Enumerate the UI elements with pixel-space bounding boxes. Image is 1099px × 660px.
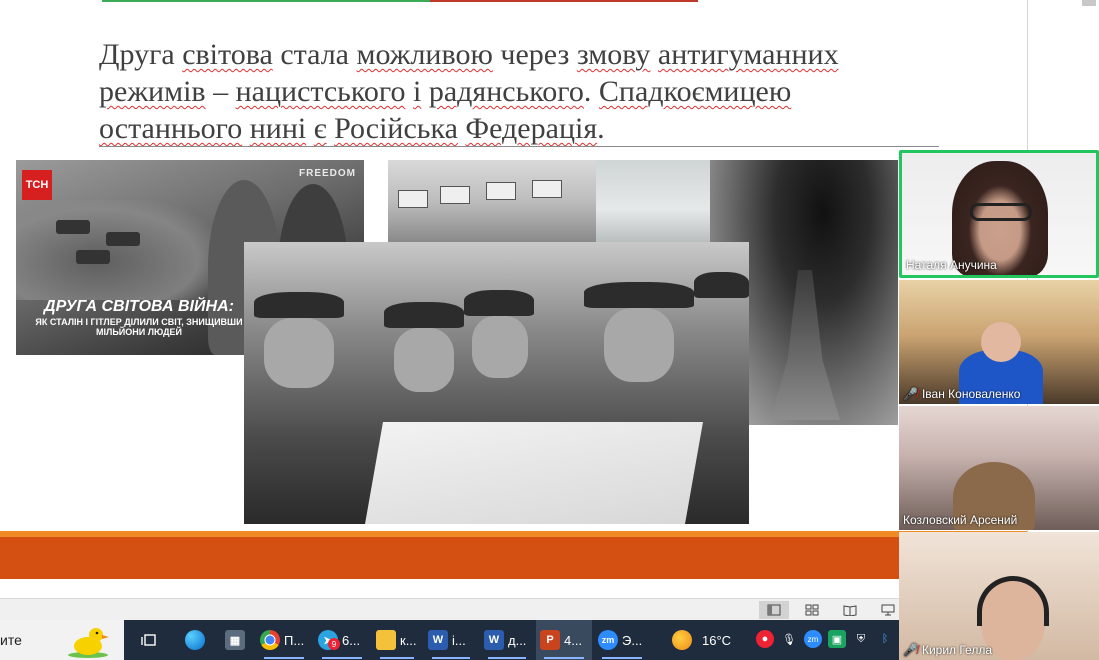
text-underline-red [430, 0, 698, 2]
photo-snow-field[interactable] [596, 160, 710, 242]
slide-text-word: нацистського [235, 75, 406, 108]
slide-text-word: . [583, 75, 599, 108]
participant-name: 🎤̸ Кирил Гелла [903, 643, 993, 657]
taskbar-app-telegram[interactable]: ➤ 9 6... [314, 620, 370, 660]
glasses-shape [970, 203, 1032, 221]
slide-accent-bar [0, 537, 1027, 579]
slide-text-word: Спадкоємицею [598, 75, 792, 108]
participant-name: Наталя Анучина [906, 258, 997, 272]
slide-text-word: світова [182, 38, 273, 71]
book-icon [843, 605, 857, 616]
slide-text-word [242, 112, 250, 145]
taskbar-app-label: д... [508, 632, 527, 648]
duck-icon [68, 628, 109, 658]
calculator-icon: ▦ [225, 630, 245, 650]
slide-text-word: Друга [99, 38, 183, 71]
video-tile-4[interactable]: 🎤̸ Кирил Гелла [899, 532, 1099, 660]
edge-button[interactable] [182, 620, 208, 660]
task-view-button[interactable] [136, 620, 162, 660]
shield-icon[interactable]: ⛨ [852, 630, 870, 648]
powerpoint-icon: P [540, 630, 560, 650]
search-text: ите [0, 632, 22, 648]
microphone-icon[interactable]: 🎙 [780, 630, 798, 648]
tsn-logo: ТСН [22, 170, 52, 200]
taskbar-app-powerpoint[interactable]: P 4... [536, 620, 592, 660]
zoom-icon: zm [598, 630, 618, 650]
text-underline-green [102, 0, 432, 2]
muted-mic-icon: 🎤̸ [903, 643, 918, 657]
reading-view-button[interactable] [835, 601, 865, 619]
slide-text-word: останнього [99, 112, 243, 145]
video-tile-1[interactable]: Наталя Анучина [899, 150, 1099, 278]
word-icon: W [428, 630, 448, 650]
photo-officers-map[interactable] [244, 242, 749, 524]
tray-zoom-icon[interactable]: zm [804, 630, 822, 648]
taskbar-app-label: П... [284, 632, 305, 648]
taskbar-search-box[interactable]: ите [0, 620, 124, 660]
freedom-logo: FREEDOM [299, 168, 356, 179]
slide-text-word: – [205, 75, 236, 108]
slide-text-word [405, 75, 413, 108]
taskbar-app-explorer[interactable]: к... [372, 620, 422, 660]
task-view-icon [141, 634, 156, 646]
sun-icon [672, 630, 692, 650]
slide-body-text[interactable]: Друга світова стала можливою через змову… [99, 36, 929, 147]
edge-icon [185, 630, 205, 650]
slide-text-word: радянського [428, 75, 584, 108]
slide-sorter-button[interactable] [797, 601, 827, 619]
word-icon: W [484, 630, 504, 650]
tsn-headline-subtitle: ЯК СТАЛІН І ГІТЛЕР ДІЛИЛИ СВІТ, ЗНИЩИВШИ… [35, 317, 243, 337]
slide-text-word: стала [272, 38, 357, 71]
slide-text-word: через [492, 38, 577, 71]
headset-shape [977, 576, 1049, 626]
participant-name: 🎤̸ Іван Коноваленко [903, 387, 1021, 401]
slide-text-word [421, 75, 429, 108]
slide-canvas[interactable]: Друга світова стала можливою через змову… [0, 0, 1027, 598]
tray-green-app-icon[interactable]: ▣ [828, 630, 846, 648]
scrollbar-thumb[interactable] [1082, 0, 1096, 6]
muted-mic-icon: 🎤̸ [903, 387, 918, 401]
calculator-button[interactable]: ▦ [222, 620, 248, 660]
video-tile-2[interactable]: 🎤̸ Іван Коноваленко [899, 280, 1099, 404]
taskbar-app-label: к... [400, 632, 417, 648]
weather-temperature: 16°C [702, 632, 732, 648]
folder-icon [376, 630, 396, 650]
tsn-headline: ДРУГА СВІТОВА ВІЙНА: ЯК СТАЛІН І ГІТЛЕР … [32, 298, 246, 337]
tray-antivirus-icon[interactable]: ● [756, 630, 774, 648]
slide-text-word: є [313, 112, 327, 145]
tsn-headline-title: ДРУГА СВІТОВА ВІЙНА: [44, 298, 234, 315]
slide-text-word: можливою [356, 38, 493, 71]
slide-text-word [650, 38, 658, 71]
normal-view-icon [767, 604, 781, 616]
grid-icon [805, 604, 819, 616]
taskbar-app-word-1[interactable]: W і... [424, 620, 478, 660]
slide-text-word: антигуманних [657, 38, 839, 71]
map-paper [365, 422, 703, 524]
weather-widget[interactable]: 16°C [672, 620, 731, 660]
photo-airfield[interactable] [388, 160, 596, 242]
taskbar-app-chrome[interactable]: П... [256, 620, 312, 660]
slide-text-word [327, 112, 335, 145]
taskbar-app-label: і... [452, 632, 466, 648]
slide-text-word: змову [576, 38, 651, 71]
slide-text-word: . [597, 112, 605, 145]
slide-text-word: Федерація [465, 112, 598, 145]
chrome-icon [260, 630, 280, 650]
notification-badge: 9 [328, 638, 340, 650]
taskbar-app-word-2[interactable]: W д... [480, 620, 534, 660]
taskbar-app-label: 6... [342, 632, 361, 648]
text-placeholder-border [99, 146, 939, 147]
presentation-icon [881, 604, 895, 616]
bluetooth-icon[interactable]: ᛒ [876, 630, 894, 648]
slide-text-word [306, 112, 314, 145]
taskbar-app-label: Э... [622, 632, 643, 648]
slide-text-word: режимів [99, 75, 206, 108]
video-tile-3[interactable]: Козловский Арсений [899, 406, 1099, 530]
participant-name: Козловский Арсений [903, 513, 1018, 527]
taskbar-app-label: 4... [564, 632, 583, 648]
slide-text-word: Російська [334, 112, 458, 145]
slide-text-word: нині [249, 112, 307, 145]
taskbar-app-zoom[interactable]: zm Э... [594, 620, 650, 660]
normal-view-button[interactable] [759, 601, 789, 619]
